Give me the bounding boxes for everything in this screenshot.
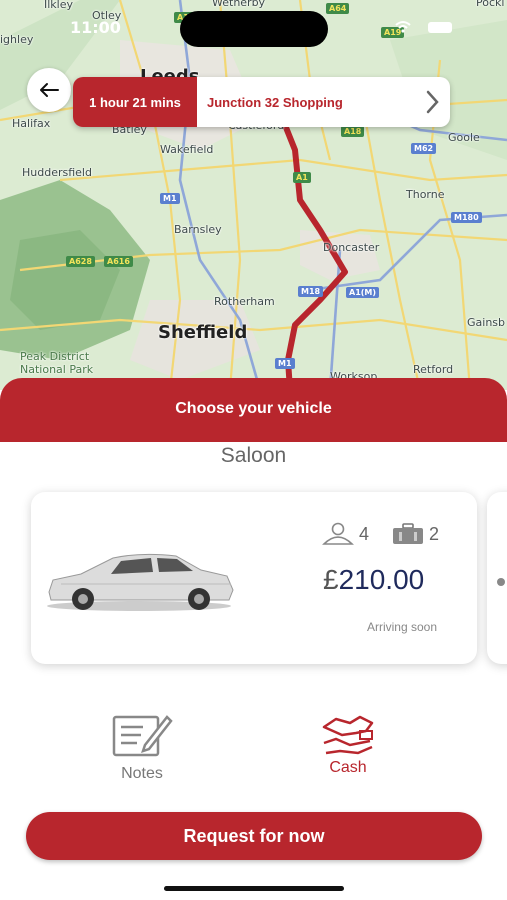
map-label: Peak District National Park — [20, 350, 94, 376]
arrow-left-icon — [40, 83, 59, 97]
notes-label: Notes — [121, 765, 163, 782]
road-shield: M180 — [451, 212, 482, 223]
map-label: ighley — [0, 33, 34, 46]
map-label: Sheffield — [158, 322, 248, 343]
map-label: Gainsb — [467, 316, 506, 329]
road-shield: M1 — [275, 358, 295, 369]
vehicle-card-next[interactable] — [487, 492, 507, 664]
user-icon — [322, 522, 354, 545]
road-shield: A628 — [66, 256, 95, 267]
price-amount: 210.00 — [338, 564, 425, 595]
status-time: 11:00 — [70, 18, 121, 37]
road-shield: M18 — [298, 286, 324, 297]
dynamic-island — [180, 11, 328, 47]
car-image — [47, 553, 234, 611]
road-shield: M62 — [411, 143, 437, 154]
map-label: Goole — [448, 131, 480, 144]
map-label: Pockl — [476, 0, 505, 9]
request-now-button[interactable]: Request for now — [26, 812, 482, 860]
road-shield: M1 — [160, 193, 180, 204]
road-shield: A1 — [293, 172, 311, 183]
fare-price: £210.00 — [323, 564, 424, 596]
status-icons — [394, 20, 458, 37]
road-shield: A1(M) — [346, 287, 380, 298]
luggage-icon — [393, 523, 423, 544]
car-image — [497, 578, 505, 586]
map-label: Halifax — [12, 117, 51, 130]
sheet-title: Choose your vehicle — [175, 400, 332, 417]
map-label: Wetherby — [212, 0, 266, 9]
luggage-count: 2 — [429, 523, 440, 544]
map-label: Ilkley — [44, 0, 74, 11]
road-shield: A18 — [341, 126, 365, 137]
vehicle-category: Saloon — [220, 444, 287, 467]
cash-hands-icon — [322, 715, 374, 755]
route-map[interactable]: Ilkley Otley Wetherby ighley Leeds Halif… — [0, 0, 507, 390]
cash-label: Cash — [329, 759, 367, 776]
notepad-icon — [112, 715, 173, 757]
route-chevron-button[interactable] — [414, 90, 450, 114]
road-shield: A616 — [104, 256, 133, 267]
map-label: Doncaster — [323, 241, 380, 254]
cash-payment-option[interactable]: Cash — [308, 711, 388, 777]
chevron-right-icon — [426, 90, 439, 114]
map-label: Huddersfield — [22, 166, 92, 179]
map-label: Thorne — [406, 188, 445, 201]
map-label: Retford — [413, 363, 454, 376]
passenger-count: 4 — [359, 523, 370, 544]
wifi-battery-icon — [395, 21, 452, 33]
route-duration: 1 hour 21 mins — [73, 77, 197, 127]
sheet-header: Choose your vehicle — [0, 378, 507, 442]
passenger-capacity: 4 — [321, 522, 369, 546]
vehicle-card[interactable]: 4 2 £210.00 Arriving soon — [31, 492, 477, 664]
route-destination: Junction 32 Shopping — [207, 94, 343, 110]
back-button[interactable] — [27, 68, 71, 112]
map-label: Rotherham — [214, 295, 275, 308]
arrival-status: Arriving soon — [366, 620, 437, 634]
notes-option[interactable]: Notes — [102, 711, 182, 783]
map-label: Barnsley — [174, 223, 222, 236]
map-label: Wakefield — [160, 143, 214, 156]
route-summary-card[interactable]: 1 hour 21 mins Junction 32 Shopping — [73, 77, 450, 127]
home-indicator — [164, 886, 344, 891]
currency-symbol: £ — [323, 564, 339, 595]
road-shield: A64 — [326, 3, 350, 14]
luggage-capacity: 2 — [391, 522, 439, 546]
